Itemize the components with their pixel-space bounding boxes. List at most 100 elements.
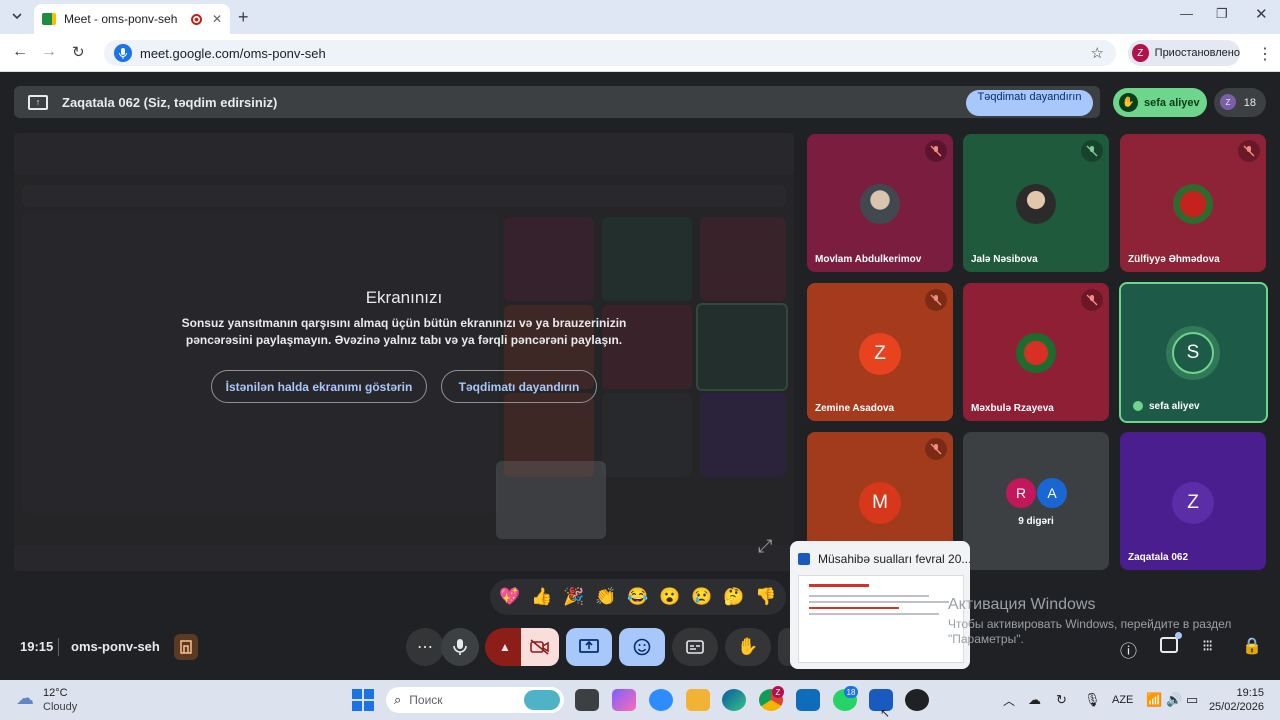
captions-button[interactable] [672, 628, 718, 666]
microphone-button[interactable] [441, 628, 479, 666]
edge-icon[interactable] [722, 689, 746, 711]
sync-tray-icon[interactable]: ↻ [1056, 692, 1067, 708]
tab-close-icon[interactable]: ✕ [212, 12, 222, 26]
muted-mic-icon [925, 289, 947, 311]
participant-tile[interactable]: Zülfiyyə Əhmədova [1120, 134, 1266, 272]
participant-tile[interactable]: Jalə Nəsibova [963, 134, 1109, 272]
show-hidden-icons-chevron-icon[interactable]: ︿ [1003, 692, 1015, 709]
reaction-laugh-icon[interactable]: 😂 [627, 587, 648, 607]
mouse-cursor-icon: ↖ [880, 706, 891, 720]
raise-hand-icon: ✋ [737, 637, 759, 656]
wifi-icon[interactable]: 📶 [1146, 692, 1162, 708]
participant-tile-active[interactable]: S sefa aliyev [1119, 282, 1268, 423]
active-speaker-name: sefa aliyev [1144, 96, 1200, 109]
present-button[interactable] [566, 628, 612, 666]
address-bar[interactable]: meet.google.com/oms-ponv-seh ☆ [104, 40, 1116, 66]
zoom-icon[interactable] [649, 689, 673, 711]
clock-time[interactable]: 19:15 [1214, 687, 1264, 699]
taskbar-search[interactable]: ⌕ Поиск [386, 687, 564, 713]
reaction-thumbs-down-icon[interactable]: 👎 [755, 587, 776, 607]
profile-button[interactable]: Z Приостановлено [1128, 40, 1240, 66]
more-options-button[interactable]: ⋯ [406, 628, 444, 666]
reaction-party-icon[interactable]: 🎉 [563, 587, 584, 607]
browser-tab[interactable]: Meet - oms-ponv-seh ✕ [34, 4, 230, 34]
reaction-surprised-icon[interactable]: 😮 [659, 587, 680, 607]
camera-options-button[interactable]: ▲ [485, 628, 525, 666]
host-controls-lock-icon[interactable]: 🔒 [1242, 636, 1262, 656]
maximize-button[interactable]: ❐ [1216, 6, 1228, 22]
weather-cloud-icon[interactable]: ☁ [16, 688, 34, 709]
search-highlight-icon [524, 690, 560, 710]
reaction-clap-icon[interactable]: 👏 [595, 587, 616, 607]
bookmark-star-icon[interactable]: ☆ [1091, 44, 1104, 62]
reaction-thumbs-up-icon[interactable]: 👍 [531, 587, 552, 607]
participant-avatar: S [1172, 332, 1214, 374]
reactions-button[interactable] [619, 628, 665, 666]
warning-title: Ekranınızı [365, 288, 443, 307]
task-view-icon[interactable] [575, 689, 599, 711]
thumbnail-title: Müsahibə sualları fevral 20... [818, 552, 970, 566]
thumbnail-document-preview [798, 575, 964, 663]
participant-avatars-icon: Z [1220, 94, 1236, 110]
keyboard-language[interactable]: AZE [1112, 694, 1133, 706]
stop-presenting-overlay-button[interactable]: Təqdimatı dayandırın [441, 370, 597, 403]
participant-count: 18 [1243, 96, 1256, 109]
host-controls-icon[interactable] [174, 634, 198, 660]
reaction-sad-icon[interactable]: 😢 [691, 587, 712, 607]
present-screen-icon [579, 639, 599, 653]
whatsapp-badge: 18 [844, 686, 858, 698]
copilot-icon[interactable] [612, 689, 636, 711]
windows-start-icon[interactable] [352, 689, 374, 711]
more-dots-icon: ⋯ [417, 639, 433, 656]
store-icon[interactable] [796, 689, 820, 711]
participant-name: Məxbulə Rzayeva [971, 403, 1054, 414]
windows-activation-watermark: Активация Windows Чтобы активировать Win… [948, 596, 1231, 646]
weather-condition: Cloudy [43, 701, 78, 713]
speaking-indicator-icon [1133, 401, 1143, 411]
forward-button[interactable]: → [41, 43, 57, 61]
meet-favicon-icon [42, 13, 56, 25]
microphone-in-use-icon[interactable] [114, 44, 132, 62]
divider [58, 638, 59, 656]
fullscreen-icon[interactable]: ⤢ [758, 536, 772, 557]
active-speaker-chip[interactable]: ✋ sefa aliyev [1113, 88, 1207, 117]
microphone-icon [453, 639, 467, 655]
tab-search-icon[interactable] [10, 9, 24, 26]
participant-tile[interactable]: Z Zemine Asadova [807, 283, 953, 421]
show-screen-anyway-button[interactable]: İstənilən halda ekranımı göstərin [211, 370, 427, 403]
cloud-tray-icon[interactable]: ☁ [1028, 692, 1041, 708]
reaction-heart-icon[interactable]: 💖 [499, 587, 520, 607]
participant-avatar: M [859, 482, 901, 524]
activation-line-2: "Параметры". [948, 632, 1024, 646]
browser-menu-icon[interactable]: ⋮ [1257, 44, 1273, 64]
file-explorer-icon[interactable] [686, 689, 710, 711]
app-icon[interactable] [905, 689, 929, 711]
minimize-button[interactable]: — [1180, 6, 1193, 21]
camera-button[interactable] [521, 628, 559, 666]
others-count-label: 9 digəri [1018, 516, 1054, 527]
battery-icon[interactable]: ▭ [1186, 692, 1198, 708]
participant-photo [1173, 184, 1213, 224]
window-thumbnail-popup[interactable]: Müsahibə sualları fevral 20... [790, 541, 970, 669]
stop-presenting-button[interactable]: Təqdimatı dayandırın [966, 90, 1093, 116]
back-button[interactable]: ← [12, 43, 28, 61]
reload-button[interactable]: ↻ [72, 43, 85, 61]
new-tab-button[interactable]: + [238, 7, 249, 28]
participant-tile[interactable]: Məxbulə Rzayeva [963, 283, 1109, 421]
self-tile[interactable]: Z Zaqatala 062 [1120, 432, 1266, 570]
raise-hand-button[interactable]: ✋ [725, 628, 771, 666]
close-window-button[interactable]: ✕ [1255, 5, 1268, 23]
participant-tile[interactable]: Movlam Abdulkerimov [807, 134, 953, 272]
mic-tray-icon[interactable]: 🎙 [1084, 692, 1101, 708]
muted-mic-icon [925, 140, 947, 162]
others-tile[interactable]: R A 9 digəri [963, 432, 1109, 570]
reaction-thinking-icon[interactable]: 🤔 [723, 587, 744, 607]
clock-date[interactable]: 25/02/2026 [1202, 701, 1264, 713]
recording-icon [190, 13, 202, 25]
url-text: meet.google.com/oms-ponv-seh [140, 45, 326, 61]
participants-chip[interactable]: Z 18 [1214, 88, 1266, 117]
weather-temp: 12°C [43, 687, 68, 699]
participant-photo [860, 184, 900, 224]
participant-name: Zemine Asadova [815, 403, 895, 414]
volume-icon[interactable]: 🔊 [1166, 692, 1182, 708]
